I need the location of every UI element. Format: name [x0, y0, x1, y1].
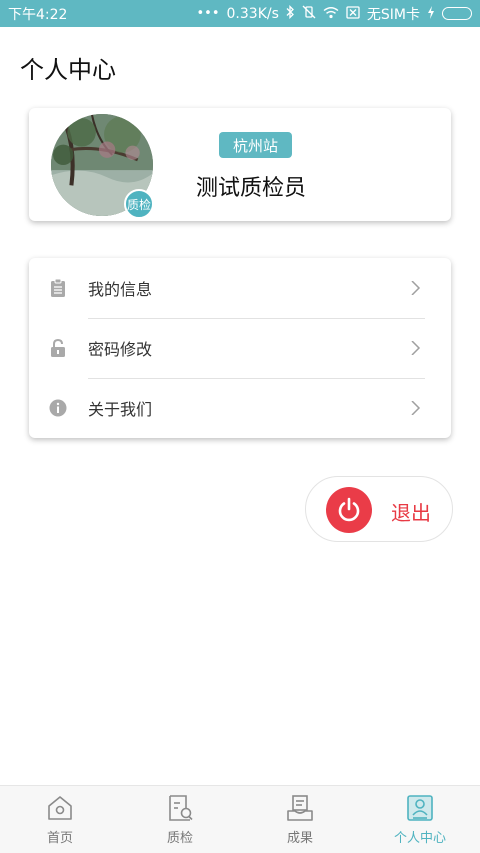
- chevron-right-icon: [411, 401, 421, 415]
- status-bar: 下午4:22 ••• 0.33K/s 无SIM卡: [0, 0, 480, 27]
- menu-card: 我的信息 密码修改 关于我们: [29, 258, 451, 438]
- inspection-icon: [169, 795, 193, 821]
- bottom-nav: 首页 质检 成果 个人中心: [0, 785, 480, 853]
- logout-button[interactable]: 退出: [305, 476, 453, 542]
- nav-item-results[interactable]: 成果: [240, 786, 360, 853]
- sim-status: 无SIM卡: [366, 6, 420, 23]
- chevron-right-icon: [411, 341, 421, 355]
- profile-card: 质检 杭州站 测试质检员: [29, 108, 451, 221]
- chevron-right-icon: [411, 281, 421, 295]
- station-tag: 杭州站: [219, 132, 293, 158]
- menu-item-change-password[interactable]: 密码修改: [29, 318, 451, 378]
- power-icon: [326, 487, 372, 533]
- no-sim-icon: [346, 5, 360, 22]
- menu-item-label: 关于我们: [88, 400, 153, 419]
- vibrate-icon: [302, 5, 316, 22]
- menu-item-label: 我的信息: [88, 280, 153, 299]
- logout-label: 退出: [391, 501, 431, 525]
- nav-item-home[interactable]: 首页: [0, 786, 120, 853]
- lock-icon: [49, 339, 67, 357]
- nav-label: 质检: [166, 831, 193, 846]
- dots-icon: •••: [196, 6, 220, 21]
- charging-icon: [427, 5, 435, 22]
- home-icon: [48, 796, 72, 820]
- network-speed: 0.33K/s: [226, 5, 279, 22]
- menu-item-about-us[interactable]: 关于我们: [29, 378, 451, 438]
- status-icons: ••• 0.33K/s 无SIM卡: [196, 4, 472, 24]
- page-title: 个人中心: [20, 56, 116, 84]
- results-icon: [287, 795, 313, 821]
- menu-item-label: 密码修改: [88, 340, 153, 359]
- nav-label: 成果: [286, 831, 313, 846]
- info-icon: [49, 399, 67, 417]
- wifi-icon: [323, 6, 339, 22]
- clipboard-icon: [49, 279, 67, 297]
- nav-item-profile[interactable]: 个人中心: [360, 786, 480, 853]
- role-badge: 质检: [124, 189, 154, 219]
- status-time: 下午4:22: [8, 6, 68, 23]
- menu-item-my-info[interactable]: 我的信息: [29, 258, 451, 318]
- nav-item-inspection[interactable]: 质检: [120, 786, 240, 853]
- bluetooth-icon: [286, 4, 295, 22]
- profile-name: 测试质检员: [196, 176, 307, 201]
- profile-icon: [407, 795, 433, 821]
- nav-label: 个人中心: [393, 831, 446, 846]
- nav-label: 首页: [46, 831, 73, 846]
- battery-icon: [442, 7, 472, 20]
